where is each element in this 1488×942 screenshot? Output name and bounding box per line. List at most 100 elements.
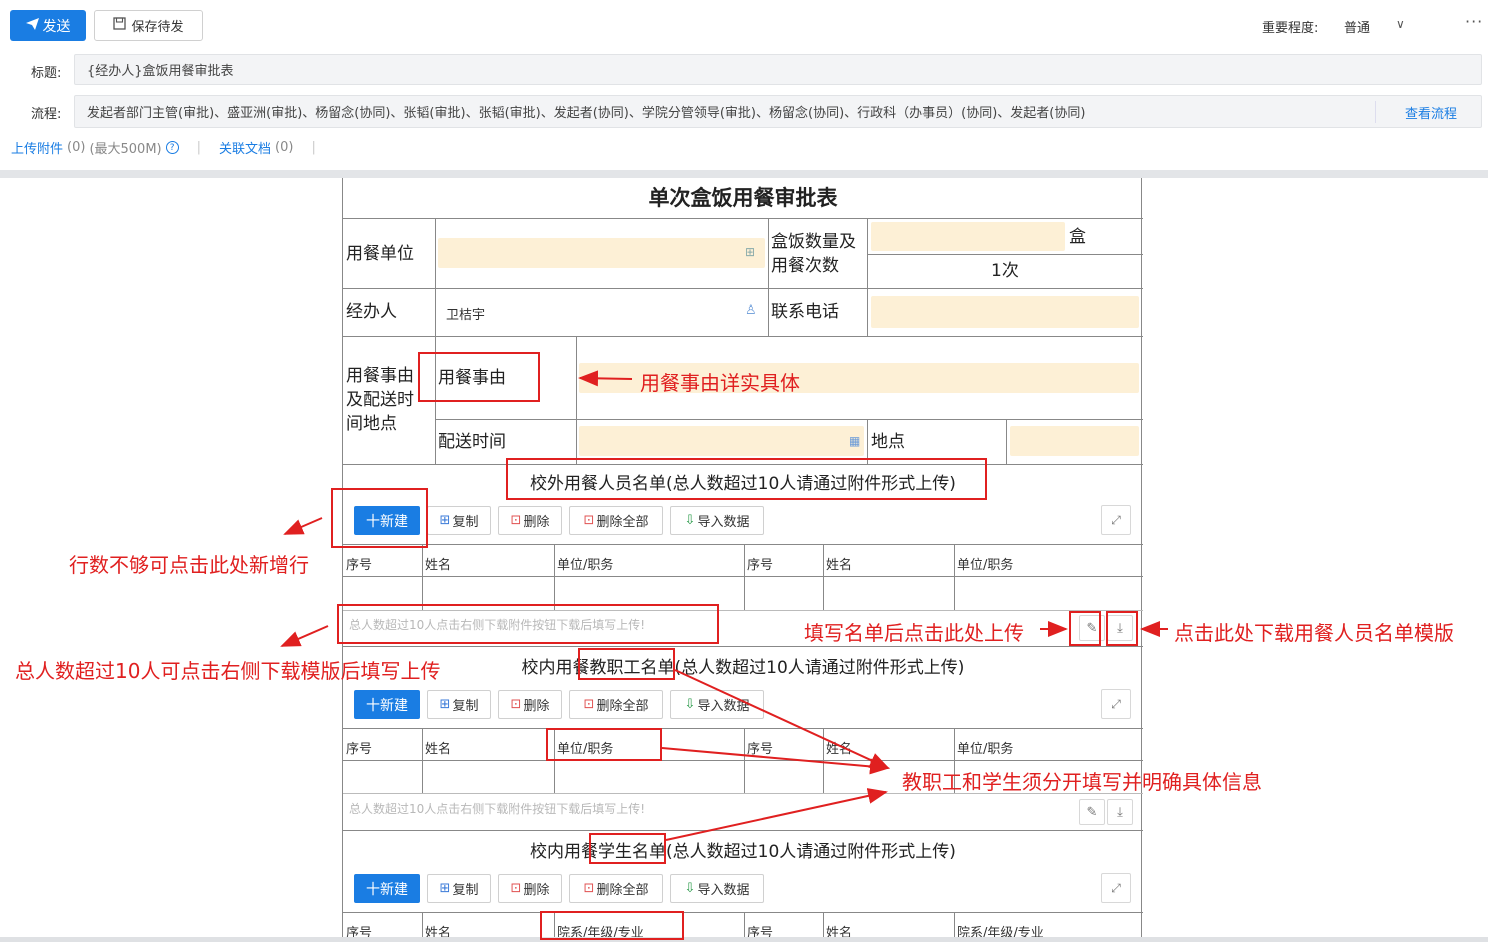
more-icon[interactable]: ··· xyxy=(1465,12,1483,31)
copy-button[interactable]: ⊞ 复制 xyxy=(427,690,491,719)
annotation-box xyxy=(578,648,675,680)
chevron-down-icon[interactable]: ∨ xyxy=(1396,17,1405,31)
new-row-button[interactable]: 十新建 xyxy=(354,690,420,719)
col-seq: 序号 xyxy=(747,558,774,573)
copy-button[interactable]: ⊞ 复制 xyxy=(427,506,491,535)
upload-attachment-link[interactable]: 上传附件 xyxy=(11,138,63,157)
dining-unit-label: 用餐单位 xyxy=(346,244,414,264)
send-icon xyxy=(25,17,39,34)
delete-button[interactable]: ⊡ 删除 xyxy=(498,506,562,535)
user-picker-icon[interactable]: ♙ xyxy=(745,303,757,318)
grid-line xyxy=(954,544,955,610)
grid-line xyxy=(343,912,1143,913)
grid-line xyxy=(744,912,745,938)
location-field[interactable] xyxy=(1010,426,1139,456)
delete-all-label: 删除全部 xyxy=(596,515,649,530)
upload-max: (最大500M) xyxy=(89,142,162,157)
import-button[interactable]: ⇩ 导入数据 xyxy=(670,506,764,535)
box-count-field[interactable] xyxy=(871,222,1065,251)
annotation-box xyxy=(337,604,719,644)
delete-all-label: 删除全部 xyxy=(596,699,649,714)
new-row-button[interactable]: 十新建 xyxy=(354,874,420,903)
col-name: 姓名 xyxy=(826,742,853,757)
org-picker-icon[interactable]: ⊞ xyxy=(745,245,755,259)
flow-label: 流程: xyxy=(31,107,62,122)
delete-all-button[interactable]: ⊡ 删除全部 xyxy=(569,690,663,719)
expand-icon[interactable]: ⤢ xyxy=(1101,505,1131,535)
flow-field[interactable]: 发起者部门主管(审批)、盛亚洲(审批)、杨留念(协同)、张韬(审批)、张韬(审批… xyxy=(74,95,1482,128)
send-button[interactable]: 发送 xyxy=(10,10,86,41)
delete-label: 删除 xyxy=(523,883,550,898)
import-button[interactable]: ⇩ 导入数据 xyxy=(670,874,764,903)
annotation-box xyxy=(331,488,428,548)
phone-field[interactable] xyxy=(871,296,1139,328)
col-unit: 单位/职务 xyxy=(557,558,614,573)
annotation-add-row: 行数不够可点击此处新增行 xyxy=(69,553,309,577)
copy-label: 复制 xyxy=(452,883,479,898)
dining-unit-field[interactable] xyxy=(438,238,765,268)
box-unit: 盒 xyxy=(1069,227,1086,247)
box-count-label: 盒饭数量及用餐次数 xyxy=(771,232,856,276)
expand-icon[interactable]: ⤢ xyxy=(1101,873,1131,903)
import-icon: ⇩ xyxy=(684,881,696,896)
delete-label: 删除 xyxy=(523,699,550,714)
copy-label: 复制 xyxy=(452,699,479,714)
col-name: 姓名 xyxy=(425,558,452,573)
grid-line xyxy=(435,218,436,288)
upload-count: (0) xyxy=(67,140,86,155)
send-label: 发送 xyxy=(42,18,71,35)
related-docs-link[interactable]: 关联文档 xyxy=(219,138,271,157)
grid-line xyxy=(768,218,769,288)
delete-button[interactable]: ⊡ 删除 xyxy=(498,874,562,903)
download-icon[interactable]: ⤓ xyxy=(1107,799,1133,825)
expand-icon[interactable]: ⤢ xyxy=(1101,689,1131,719)
col-unit: 单位/职务 xyxy=(957,558,1014,573)
grid-line xyxy=(343,728,1143,729)
col-seq: 序号 xyxy=(747,742,774,757)
delivery-time-field[interactable] xyxy=(579,426,864,456)
importance-label: 重要程度: xyxy=(1262,21,1319,36)
grid-line xyxy=(823,544,824,610)
grid-line xyxy=(576,336,577,464)
view-flow-link[interactable]: 查看流程 xyxy=(1405,103,1457,122)
annotation-box xyxy=(418,352,540,402)
delete-all-button[interactable]: ⊡ 删除全部 xyxy=(569,874,663,903)
title-field[interactable]: {经办人}盒饭用餐审批表 xyxy=(74,54,1482,85)
annotation-over-ten: 总人数超过10人可点击右侧下载模版后填写上传 xyxy=(15,659,441,683)
section-divider xyxy=(0,170,1488,178)
delivery-time-label: 配送时间 xyxy=(438,432,506,452)
annotation-upload: 填写名单后点击此处上传 xyxy=(804,621,1024,645)
flow-divider xyxy=(1375,101,1376,123)
import-label: 导入数据 xyxy=(697,515,750,530)
copy-button[interactable]: ⊞ 复制 xyxy=(427,874,491,903)
delete-all-button[interactable]: ⊡ 删除全部 xyxy=(569,506,663,535)
grid-line xyxy=(343,760,1143,761)
save-draft-button[interactable]: 保存待发 xyxy=(94,10,203,41)
copy-label: 复制 xyxy=(452,515,479,530)
col-seq: 序号 xyxy=(346,742,373,757)
trash-icon: ⊡ xyxy=(583,881,595,896)
location-label: 地点 xyxy=(871,432,905,452)
importance-select[interactable]: 普通 xyxy=(1344,17,1370,36)
grid-line xyxy=(1006,419,1007,464)
title-label: 标题: xyxy=(31,66,62,81)
grid-line xyxy=(954,912,955,938)
grid-line xyxy=(343,544,1143,545)
delete-label: 删除 xyxy=(523,515,550,530)
divider: | xyxy=(311,140,316,155)
calendar-icon[interactable]: ▦ xyxy=(849,434,860,448)
trash-icon: ⊡ xyxy=(583,697,595,712)
grid-line xyxy=(435,288,436,336)
attachment-upload-icon[interactable]: ✎ xyxy=(1079,799,1105,825)
annotation-box xyxy=(1069,611,1101,646)
help-icon[interactable]: ? xyxy=(165,141,179,154)
grid-line xyxy=(343,576,1143,577)
trash-icon: ⊡ xyxy=(583,513,595,528)
attachment-row: 上传附件 (0) (最大500M) ? | 关联文档 (0) | xyxy=(11,138,316,157)
delete-button[interactable]: ⊡ 删除 xyxy=(498,690,562,719)
import-button[interactable]: ⇩ 导入数据 xyxy=(670,690,764,719)
import-label: 导入数据 xyxy=(697,883,750,898)
scroll-edge xyxy=(0,937,1488,942)
annotation-box xyxy=(1106,611,1138,646)
handler-value[interactable]: 卫桔宇 xyxy=(446,304,485,323)
